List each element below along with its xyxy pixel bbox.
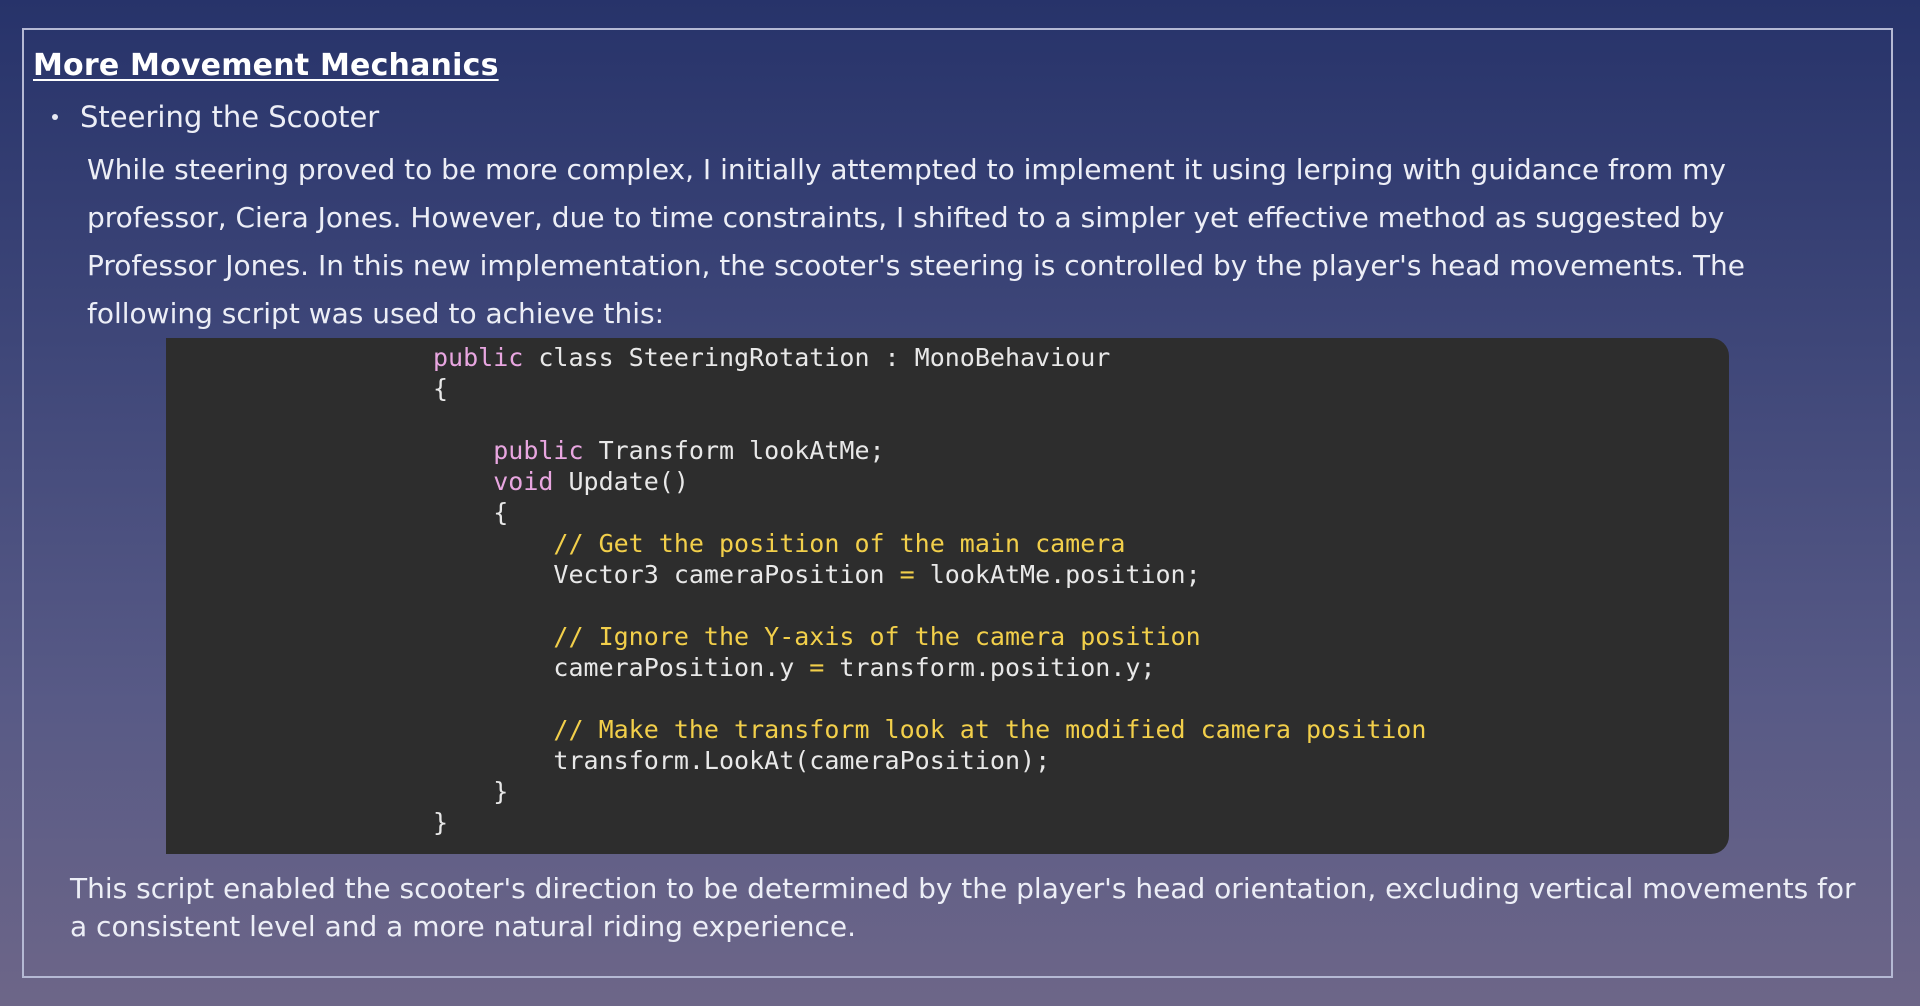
code-line: transform.LookAt(cameraPosition); <box>433 745 1426 776</box>
code-text: transform.LookAt(cameraPosition); <box>553 746 1051 775</box>
code-keyword: public <box>433 343 524 372</box>
code-line: cameraPosition.y = transform.position.y; <box>433 652 1426 683</box>
code-line: // Ignore the Y-axis of the camera posit… <box>433 621 1426 652</box>
code-keyword: void <box>493 467 554 496</box>
code-text: lookAtMe.position; <box>914 560 1201 589</box>
outro-paragraph: This script enabled the scooter's direct… <box>70 872 1856 943</box>
code-line: // Make the transform look at the modifi… <box>433 714 1426 745</box>
code-line: } <box>433 807 1426 838</box>
code-text: transform.position.y; <box>824 653 1156 682</box>
code-text: Vector3 cameraPosition <box>553 560 900 589</box>
code-line: } <box>433 776 1426 807</box>
code-line: public class SteeringRotation : MonoBeha… <box>433 342 1426 373</box>
code-text: Transform lookAtMe; <box>583 436 885 465</box>
code-operator: = <box>809 653 825 682</box>
bullet-dot-icon <box>52 114 58 120</box>
code-text: } <box>433 808 449 837</box>
code-text: cameraPosition.y <box>553 653 810 682</box>
code-line: { <box>433 497 1426 528</box>
code-comment: // Get the position of the main camera <box>553 529 1126 558</box>
code-line: Vector3 cameraPosition = lookAtMe.positi… <box>433 559 1426 590</box>
code-line: void Update() <box>433 466 1426 497</box>
intro-paragraph: While steering proved to be more complex… <box>87 153 1746 330</box>
code-text: class SteeringRotation : MonoBehaviour <box>523 343 1111 372</box>
code-operator: = <box>899 560 915 589</box>
code-line: // Get the position of the main camera <box>433 528 1426 559</box>
code-text: Update() <box>553 467 689 496</box>
code-block: public class SteeringRotation : MonoBeha… <box>433 342 1426 838</box>
code-keyword: public <box>493 436 584 465</box>
code-comment: // Ignore the Y-axis of the camera posit… <box>553 622 1201 651</box>
code-comment: // Make the transform look at the modifi… <box>553 715 1427 744</box>
code-text: } <box>493 777 509 806</box>
bullet-item: Steering the Scooter <box>52 100 379 134</box>
section-heading: More Movement Mechanics <box>33 48 499 83</box>
code-line: { <box>433 373 1426 404</box>
code-text: { <box>433 374 449 403</box>
bullet-label: Steering the Scooter <box>80 100 380 134</box>
code-line: public Transform lookAtMe; <box>433 435 1426 466</box>
code-text: { <box>493 498 509 527</box>
